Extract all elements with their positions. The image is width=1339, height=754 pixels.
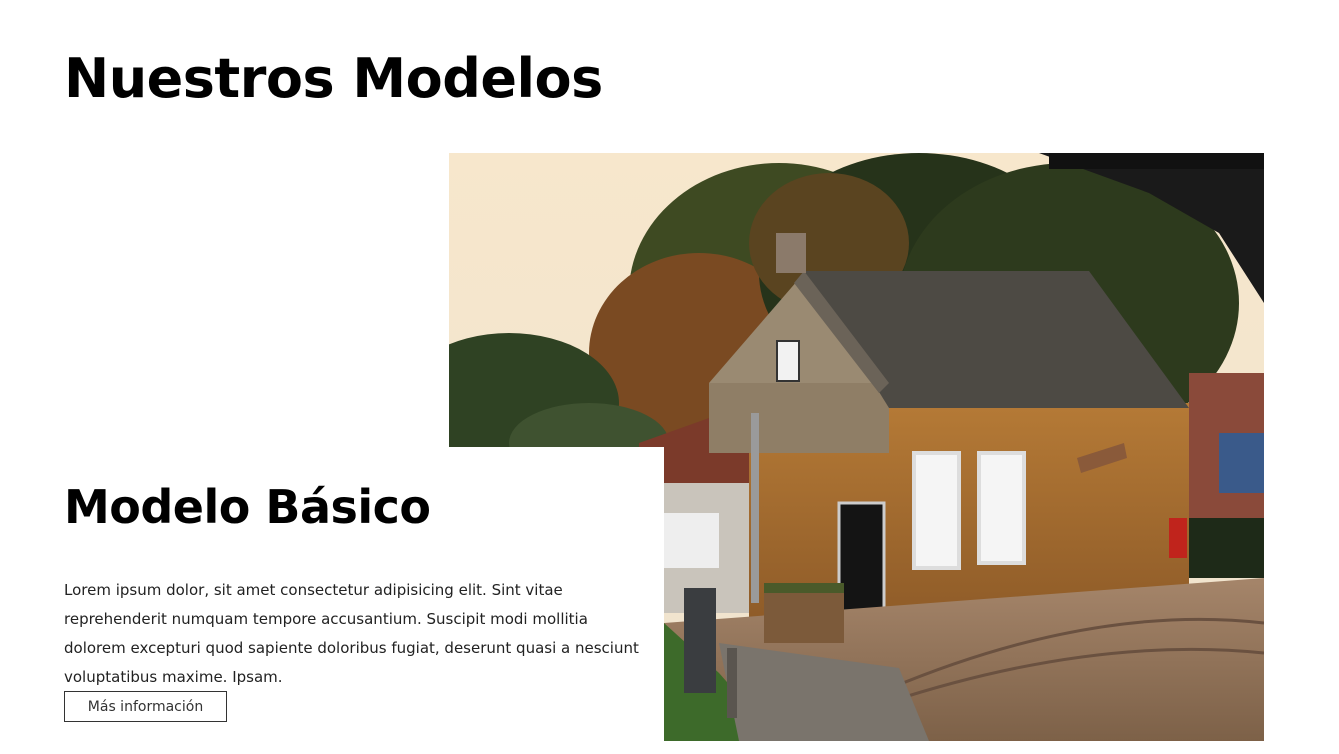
- page-title: Nuestros Modelos: [64, 47, 603, 110]
- model-title: Modelo Básico: [64, 480, 431, 534]
- model-description: Lorem ipsum dolor, sit amet consectetur …: [64, 581, 639, 686]
- more-info-button[interactable]: Más información: [64, 691, 227, 722]
